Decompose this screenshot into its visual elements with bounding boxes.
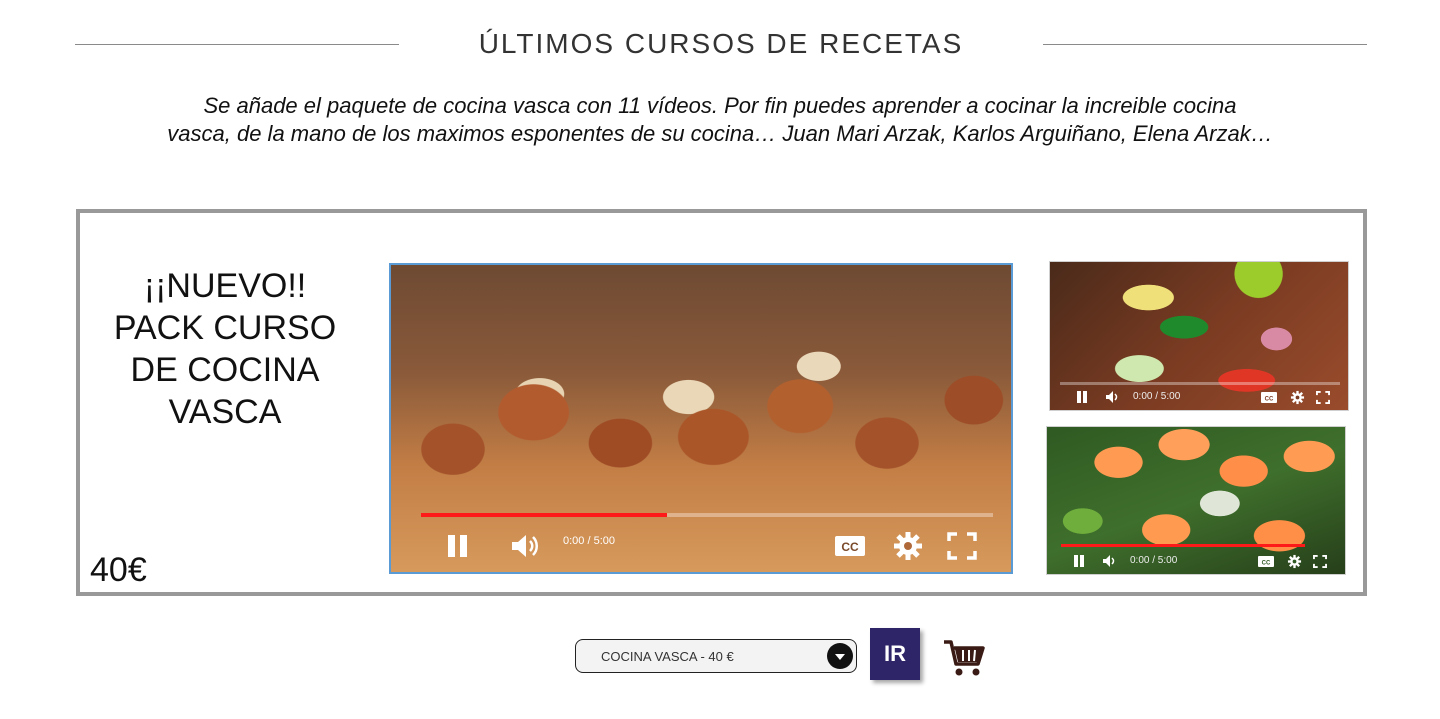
video-progress-bar[interactable] xyxy=(1061,544,1305,547)
video-time: 0:00 / 5:00 xyxy=(1133,391,1181,402)
promo-title-line: ¡¡NUEVO!! xyxy=(143,267,307,305)
section-intro: Se añade el paquete de cocina vasca con … xyxy=(120,92,1320,148)
promo-title-line: VASCA xyxy=(168,393,282,431)
svg-text:CC: CC xyxy=(841,540,859,554)
video-thumbnail-shrimp[interactable]: 0:00 / 5:00 CC xyxy=(1046,426,1346,575)
video-progress-bar[interactable] xyxy=(1060,382,1340,385)
promo-title: ¡¡NUEVO!! PACK CURSO DE COCINA VASCA xyxy=(100,265,350,433)
closed-captions-icon[interactable]: CC xyxy=(1257,554,1275,568)
section-header: ÚLTIMOS CURSOS DE RECETAS xyxy=(75,24,1367,68)
svg-text:CC: CC xyxy=(1265,396,1274,402)
header-divider-right xyxy=(1043,44,1367,45)
pause-icon[interactable] xyxy=(443,531,473,561)
promo-title-line: PACK CURSO xyxy=(113,309,337,347)
volume-icon[interactable] xyxy=(1104,390,1122,404)
main-video-player[interactable]: 0:00 / 5:00 CC xyxy=(389,263,1013,574)
video-progress-fill xyxy=(1061,544,1305,547)
go-button[interactable]: IR xyxy=(870,628,920,680)
closed-captions-icon[interactable]: CC xyxy=(1260,390,1278,404)
course-select-value: COCINA VASCA - 40 € xyxy=(601,649,734,664)
svg-text:CC: CC xyxy=(1262,560,1271,566)
fullscreen-icon[interactable] xyxy=(945,531,979,561)
settings-gear-icon[interactable] xyxy=(1285,553,1303,569)
pause-icon[interactable] xyxy=(1071,554,1087,568)
video-frame-shrimp xyxy=(1047,427,1345,574)
intro-line: vasca, de la mano de los maximos esponen… xyxy=(167,121,1273,146)
video-thumbnail-veggies[interactable]: 0:00 / 5:00 CC xyxy=(1049,261,1349,411)
settings-gear-icon[interactable] xyxy=(891,529,925,563)
video-progress-fill xyxy=(421,513,667,517)
shopping-cart-icon[interactable] xyxy=(943,638,985,678)
closed-captions-icon[interactable]: CC xyxy=(833,533,867,559)
chevron-down-icon[interactable] xyxy=(827,643,853,669)
fullscreen-icon[interactable] xyxy=(1314,390,1332,404)
intro-line: Se añade el paquete de cocina vasca con … xyxy=(203,93,1237,118)
promo-price: 40€ xyxy=(90,551,147,589)
course-select[interactable]: COCINA VASCA - 40 € xyxy=(575,639,857,673)
pause-icon[interactable] xyxy=(1074,390,1090,404)
video-time: 0:00 / 5:00 xyxy=(563,535,615,547)
video-frame-veggies xyxy=(1050,262,1348,410)
settings-gear-icon[interactable] xyxy=(1288,389,1306,405)
fullscreen-icon[interactable] xyxy=(1311,554,1329,568)
promo-title-line: DE COCINA xyxy=(130,351,320,389)
video-time: 0:00 / 5:00 xyxy=(1130,555,1178,566)
video-frame-mushrooms xyxy=(391,265,1011,572)
course-promo-card: ¡¡NUEVO!! PACK CURSO DE COCINA VASCA 40€… xyxy=(76,209,1367,596)
volume-icon[interactable] xyxy=(1101,554,1119,568)
volume-icon[interactable] xyxy=(509,531,541,561)
video-progress-bar[interactable] xyxy=(421,513,993,517)
